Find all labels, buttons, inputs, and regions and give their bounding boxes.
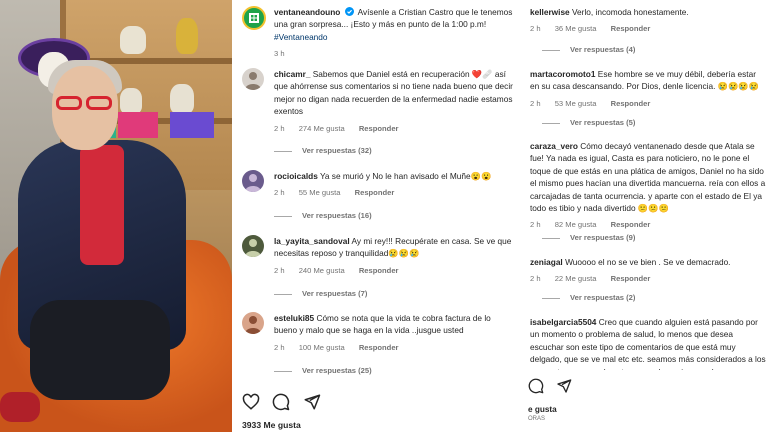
- comment-item: chicamr_ Sabemos que Daniel está en recu…: [242, 68, 514, 133]
- comment-likes[interactable]: 274 Me gusta: [299, 124, 345, 133]
- comment-time: 2 h: [530, 98, 541, 108]
- comment-time: 2 h: [530, 24, 541, 34]
- comment-username[interactable]: rocioicalds: [274, 171, 318, 181]
- person-shirt: [80, 145, 124, 265]
- post-image[interactable]: [0, 0, 232, 432]
- share-icon[interactable]: [303, 393, 321, 411]
- comment-text: Ya se murió y No le han avisado el Muñe😮…: [319, 171, 492, 181]
- comment-likes[interactable]: 22 Me gusta: [555, 274, 597, 283]
- caption-time: 3 h: [274, 49, 285, 59]
- decor-skull: [120, 88, 142, 114]
- comment-item: caraza_vero Cómo decayó ventanenado desd…: [530, 140, 766, 229]
- papel-picado: [118, 112, 158, 138]
- heart-icon[interactable]: [242, 393, 260, 411]
- comment-likes[interactable]: 36 Me gusta: [555, 24, 597, 33]
- reply-button[interactable]: Responder: [611, 24, 651, 33]
- comment-username[interactable]: esteluki85: [274, 313, 314, 323]
- view-replies-button[interactable]: Ver respuestas (25): [274, 366, 372, 375]
- decor-vase: [176, 18, 198, 54]
- reply-button[interactable]: Responder: [611, 274, 651, 283]
- comment-item: isabelgarcia5504 Creo que cuando alguien…: [530, 316, 766, 370]
- comment-item: martacoromoto1 Ese hombre se ve muy débi…: [530, 68, 766, 108]
- comment-username[interactable]: isabelgarcia5504: [530, 317, 596, 327]
- comment-item: zeniagal Wuoooo el no se ve bien . Se ve…: [530, 256, 766, 283]
- comment-time: 2 h: [530, 220, 541, 230]
- comment-icon[interactable]: [528, 378, 544, 394]
- comment-username[interactable]: martacoromoto1: [530, 69, 595, 79]
- comment-likes[interactable]: 82 Me gusta: [555, 220, 597, 229]
- reply-button[interactable]: Responder: [359, 343, 399, 352]
- logo-icon: [249, 13, 259, 23]
- comment-time: 2 h: [274, 342, 285, 352]
- comment-username[interactable]: zeniagal: [530, 257, 563, 267]
- papel-picado: [170, 112, 214, 138]
- author-username[interactable]: ventaneandouno: [274, 7, 340, 17]
- comment-time: 2 h: [274, 188, 285, 198]
- post-time-partial: ORAS: [528, 416, 546, 422]
- comment-likes[interactable]: 240 Me gusta: [299, 266, 345, 275]
- person-legs: [30, 300, 170, 400]
- comment-username[interactable]: chicamr_: [274, 69, 310, 79]
- comment-item: kellerwise Verlo, incomoda honestamente.…: [530, 6, 766, 33]
- comment-time: 2 h: [274, 265, 285, 275]
- comment-likes[interactable]: 53 Me gusta: [555, 99, 597, 108]
- comment-likes[interactable]: 100 Me gusta: [299, 343, 345, 352]
- reply-button[interactable]: Responder: [359, 266, 399, 275]
- reply-button[interactable]: Responder: [611, 99, 651, 108]
- person-glasses: [52, 96, 114, 112]
- comment-text: Cómo decayó ventanenado desde que Atala …: [530, 141, 766, 214]
- commenter-avatar[interactable]: [242, 170, 264, 192]
- view-replies-button[interactable]: Ver respuestas (5): [542, 118, 635, 127]
- comments-panel-continued: kellerwise Verlo, incomoda honestamente.…: [520, 0, 768, 432]
- post-caption: ventaneandouno Avísenle a Cristian Castr…: [242, 6, 514, 58]
- comment-item: rocioicalds Ya se murió y No le han avis…: [242, 170, 514, 197]
- reply-button[interactable]: Responder: [611, 220, 651, 229]
- person-avatar-icon: [245, 174, 261, 192]
- comment-username[interactable]: la_yayita_sandoval: [274, 236, 350, 246]
- comment-likes[interactable]: 55 Me gusta: [299, 188, 341, 197]
- reply-button[interactable]: Responder: [359, 124, 399, 133]
- verified-icon: [344, 7, 354, 16]
- person-avatar-icon: [245, 72, 261, 90]
- person-avatar-icon: [245, 316, 261, 334]
- view-replies-button[interactable]: Ver respuestas (16): [274, 211, 372, 220]
- commenter-avatar[interactable]: [242, 312, 264, 334]
- share-icon[interactable]: [556, 378, 572, 394]
- comment-item: esteluki85 Cómo se nota que la vida te c…: [242, 312, 514, 352]
- view-replies-button[interactable]: Ver respuestas (9): [542, 233, 635, 242]
- comment-item: la_yayita_sandoval Ay mi rey!!! Recupéra…: [242, 235, 514, 275]
- commenter-avatar[interactable]: [242, 235, 264, 257]
- comment-text: Wuoooo el no se ve bien . Se ve demacrad…: [565, 257, 731, 267]
- comment-icon[interactable]: [272, 393, 290, 411]
- post-likes-count[interactable]: 3933 Me gusta: [242, 420, 301, 430]
- comment-username[interactable]: caraza_vero: [530, 141, 578, 151]
- reply-button[interactable]: Responder: [355, 188, 395, 197]
- person-avatar-icon: [245, 239, 261, 257]
- view-replies-button[interactable]: Ver respuestas (2): [542, 293, 635, 302]
- person-shoe: [0, 392, 40, 422]
- decor-skull: [170, 84, 194, 114]
- author-avatar[interactable]: [242, 6, 266, 30]
- view-replies-button[interactable]: Ver respuestas (4): [542, 45, 635, 54]
- commenter-avatar[interactable]: [242, 68, 264, 90]
- comment-text: Sabemos que Daniel está en recuperación …: [274, 69, 513, 117]
- comment-username[interactable]: kellerwise: [530, 7, 570, 17]
- view-replies-button[interactable]: Ver respuestas (32): [274, 146, 372, 155]
- comment-time: 2 h: [530, 274, 541, 284]
- post-action-bar: [242, 393, 514, 415]
- post-panel: ventaneandouno Avísenle a Cristian Castr…: [232, 0, 520, 432]
- likes-count-partial[interactable]: e gusta: [528, 405, 557, 414]
- right-action-bar: [528, 378, 572, 399]
- comment-time: 2 h: [274, 123, 285, 133]
- view-replies-button[interactable]: Ver respuestas (7): [274, 289, 367, 298]
- hashtag-link[interactable]: #Ventaneando: [274, 32, 328, 42]
- comment-text: Verlo, incomoda honestamente.: [571, 7, 689, 17]
- decor-plate: [120, 26, 146, 54]
